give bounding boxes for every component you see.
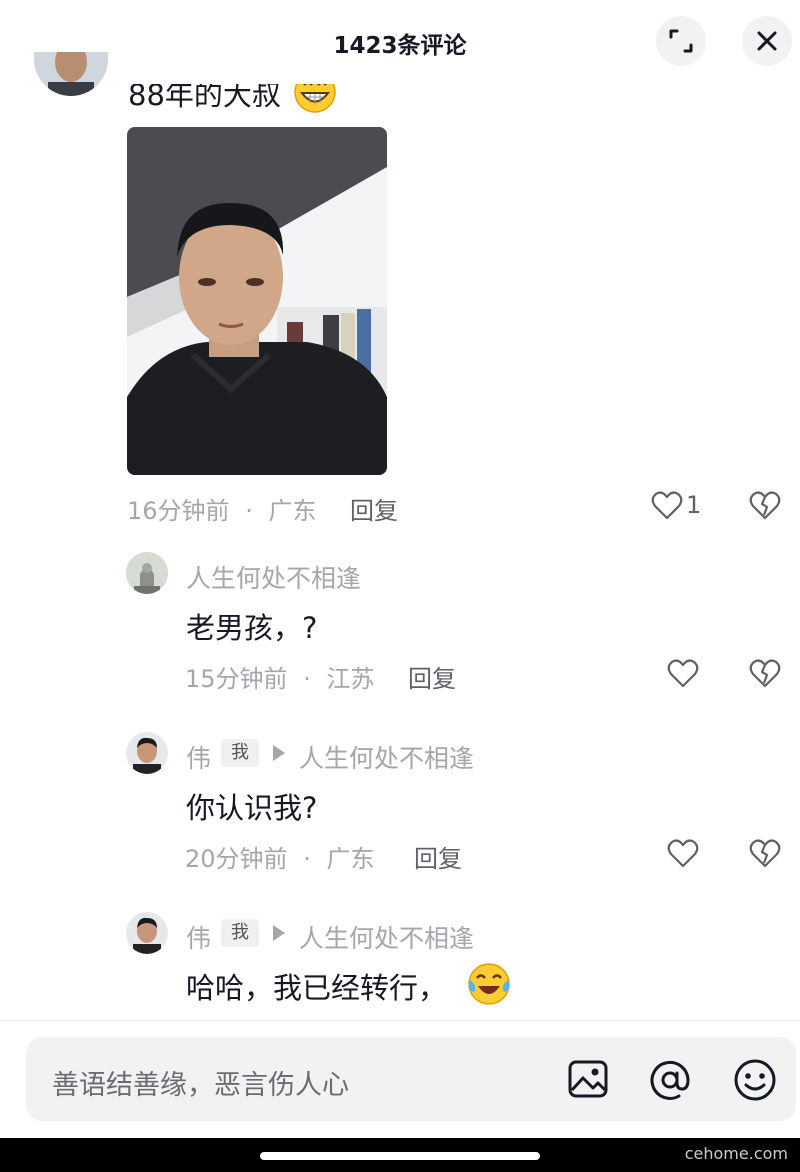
reply-author[interactable]: 伟: [186, 739, 211, 775]
watermark-text: cehome.com: [684, 1144, 788, 1163]
comment-location: 广东: [268, 497, 317, 525]
comment-input-placeholder: 善语结善缘，恶言伤人心: [52, 1070, 349, 1101]
comment-input[interactable]: 善语结善缘，恶言伤人心: [26, 1037, 796, 1121]
home-indicator[interactable]: [260, 1152, 540, 1160]
comments-header: 1423条评论: [0, 0, 800, 84]
me-badge: 我: [221, 919, 259, 947]
expand-icon: [669, 29, 693, 53]
reply-time: 20分钟前: [185, 845, 288, 873]
reply-author[interactable]: 人生何处不相逢: [186, 559, 361, 595]
reply-location: 江苏: [326, 665, 375, 693]
image-icon[interactable]: [567, 1058, 609, 1100]
like-heart-icon[interactable]: [667, 839, 699, 869]
meta-separator: ·: [303, 845, 311, 873]
reply-author[interactable]: 伟: [186, 919, 211, 955]
reply-location: 广东: [326, 845, 375, 873]
comment-meta: 16分钟前 · 广东: [127, 491, 316, 526]
reply-avatar[interactable]: [126, 552, 168, 594]
laughing-tears-emoji-icon: [468, 963, 510, 1005]
like-heart-icon[interactable]: [667, 659, 699, 689]
like-heart-icon[interactable]: [651, 491, 683, 521]
reply-to-name[interactable]: 人生何处不相逢: [299, 919, 474, 955]
dislike-broken-heart-icon[interactable]: [749, 491, 781, 521]
reply-meta: 20分钟前 · 广东: [185, 839, 374, 874]
like-count: 1: [686, 491, 702, 519]
reply-avatar[interactable]: [126, 732, 168, 774]
reply-button[interactable]: 回复: [408, 659, 456, 694]
reply-text: 你认识我?: [186, 791, 318, 825]
meta-separator: ·: [245, 497, 253, 525]
close-button[interactable]: [742, 16, 792, 66]
dislike-broken-heart-icon[interactable]: [749, 659, 781, 689]
close-icon: [757, 31, 777, 51]
reply-text: 哈哈，我已经转行，: [186, 971, 448, 1005]
reply-to-arrow-icon: [273, 925, 285, 941]
reply-text: 老男孩，?: [186, 611, 318, 645]
reply-meta: 15分钟前 · 江苏: [185, 659, 374, 694]
comment-image[interactable]: [127, 127, 387, 475]
meta-separator: ·: [303, 665, 311, 693]
reply-time: 15分钟前: [185, 665, 288, 693]
me-badge: 我: [221, 739, 259, 767]
reply-to-name[interactable]: 人生何处不相逢: [299, 739, 474, 775]
reply-avatar[interactable]: [126, 912, 168, 954]
emoji-icon[interactable]: [733, 1058, 777, 1102]
reply-to-arrow-icon: [273, 745, 285, 761]
reply-button[interactable]: 回复: [414, 839, 462, 874]
comment-input-bar: 善语结善缘，恶言伤人心: [0, 1020, 800, 1139]
home-indicator-area: cehome.com: [0, 1138, 800, 1172]
dislike-broken-heart-icon[interactable]: [749, 839, 781, 869]
reply-button[interactable]: 回复: [350, 491, 398, 526]
commenter-avatar[interactable]: [34, 52, 108, 96]
comment-time: 16分钟前: [127, 497, 230, 525]
mention-at-icon[interactable]: [648, 1058, 692, 1102]
expand-button[interactable]: [656, 16, 706, 66]
